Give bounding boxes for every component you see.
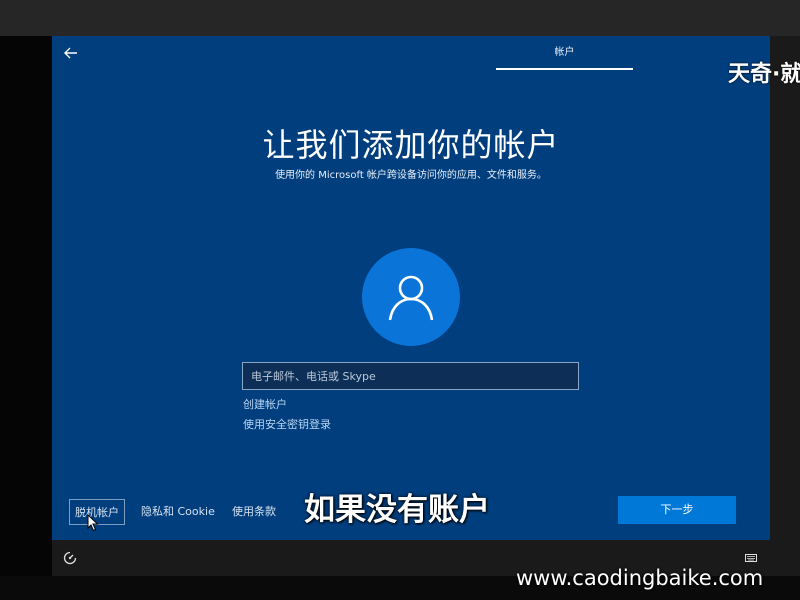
user-icon <box>388 275 434 321</box>
video-top-bar <box>0 0 800 36</box>
next-button[interactable]: 下一步 <box>618 496 736 524</box>
create-account-link[interactable]: 创建帐户 <box>243 396 287 412</box>
back-arrow-icon <box>64 47 77 59</box>
tab-account: 帐户 <box>554 47 575 58</box>
mouse-pointer-icon <box>87 514 99 532</box>
windows-setup-screen: 帐户 让我们添加你的帐户 使用你的 Microsoft 帐户跨设备访问你的应用、… <box>52 36 770 576</box>
avatar <box>362 248 460 346</box>
keyboard-icon[interactable] <box>745 553 757 563</box>
watermark-bottom: www.caodingbaike.com <box>516 566 764 590</box>
ease-of-access-icon[interactable] <box>62 550 78 566</box>
privacy-cookie-link[interactable]: 隐私和 Cookie <box>141 499 215 525</box>
watermark-top: 天奇·就 <box>728 62 800 87</box>
page-subtitle: 使用你的 Microsoft 帐户跨设备访问你的应用、文件和服务。 <box>275 170 547 181</box>
setup-header: 帐户 <box>52 36 770 70</box>
video-left-border <box>0 36 52 576</box>
terms-of-use-link[interactable]: 使用条款 <box>232 499 276 525</box>
back-button[interactable] <box>58 40 84 66</box>
video-right-border <box>770 36 800 576</box>
tab-active-indicator <box>496 68 633 70</box>
page-title: 让我们添加你的帐户 <box>262 126 560 164</box>
video-caption: 如果没有账户 <box>304 492 490 528</box>
security-key-signin-link[interactable]: 使用安全密钥登录 <box>243 416 331 432</box>
email-field[interactable] <box>242 362 579 390</box>
